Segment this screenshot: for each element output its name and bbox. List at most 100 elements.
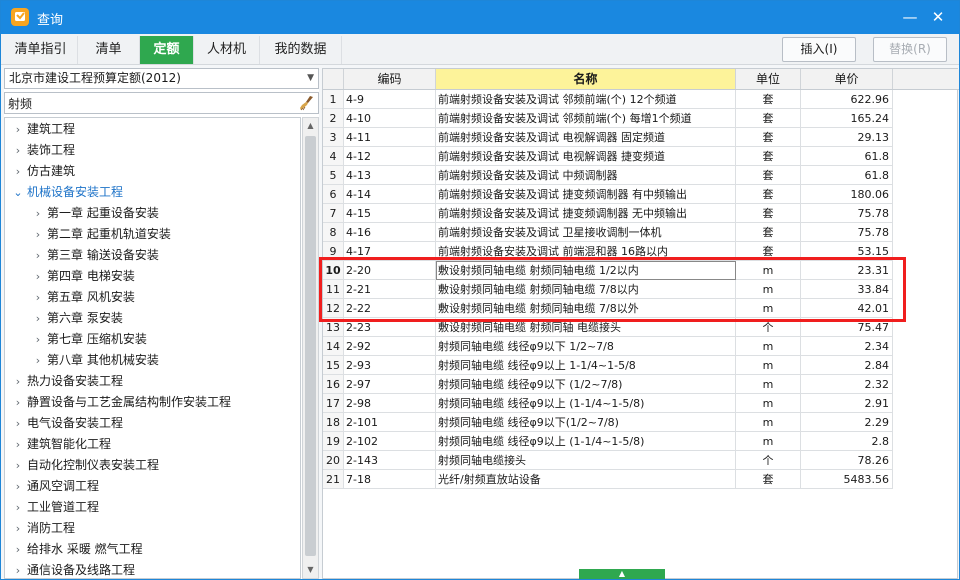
table-row[interactable]: 18 2-101 射频同轴电缆 线径φ9以下(1/2~7/8) m 2.29 — [323, 413, 893, 432]
chevron-right-icon: › — [15, 165, 21, 178]
tree-node[interactable]: › 建筑智能化工程 — [9, 434, 111, 455]
cell-unit: 套 — [736, 166, 801, 185]
table-row[interactable]: 11 2-21 敷设射频同轴电缆 射频同轴电缆 7/8以内 m 33.84 — [323, 280, 893, 299]
table-row[interactable]: 13 2-23 敷设射频同轴电缆 射频同轴 电缆接头个 75.47 — [323, 318, 893, 337]
collapse-handle-icon[interactable]: ▲ — [579, 569, 665, 579]
cell-price: 2.91 — [801, 394, 893, 413]
tab-dinge[interactable]: 定额 — [140, 36, 194, 64]
library-select[interactable]: 北京市建设工程预算定额(2012) ▼ — [4, 68, 319, 89]
cell-name: 射频同轴电缆 线径φ9以下 (1/2~7/8) — [436, 375, 736, 394]
tab-qingdan-guide[interactable]: 清单指引 — [4, 36, 78, 64]
window-title: 查询 — [37, 13, 64, 28]
search-input[interactable] — [8, 95, 288, 111]
tab-my-data[interactable]: 我的数据 — [260, 36, 342, 64]
table-row[interactable]: 21 7-18 光纤/射频直放站设备套 5483.56 — [323, 470, 893, 489]
tree-node[interactable]: › 第一章 起重设备安装 — [29, 203, 159, 224]
cell-unit: m — [736, 413, 801, 432]
tree-scrollbar[interactable]: ▲ ▼ — [302, 117, 319, 579]
row-index: 20 — [323, 451, 344, 470]
row-index: 16 — [323, 375, 344, 394]
cell-name: 前端射频设备安装及调试 电视解调器 捷变频道 — [436, 147, 736, 166]
cell-name: 射频同轴电缆接头 — [436, 451, 736, 470]
table-row[interactable]: 15 2-93 射频同轴电缆 线径φ9以上 1-1/4~1-5/8 m 2.84 — [323, 356, 893, 375]
tree-node[interactable]: › 装饰工程 — [9, 140, 75, 161]
scroll-up-icon[interactable]: ▲ — [303, 118, 318, 134]
tree-node[interactable]: › 第七章 压缩机安装 — [29, 329, 147, 350]
row-index: 12 — [323, 299, 344, 318]
row-index: 4 — [323, 147, 344, 166]
header-name[interactable]: 名称 — [436, 69, 736, 89]
scroll-down-icon[interactable]: ▼ — [303, 562, 318, 578]
header-unit[interactable]: 单位 — [736, 69, 801, 89]
row-index: 5 — [323, 166, 344, 185]
table-row[interactable]: 14 2-92 射频同轴电缆 线径φ9以下 1/2~7/8 m 2.34 — [323, 337, 893, 356]
row-index: 21 — [323, 470, 344, 489]
table-row[interactable]: 10 2-20 敷设射频同轴电缆 射频同轴电缆 1/2以内 m 23.31 — [323, 261, 893, 280]
close-icon[interactable]: ✕ — [927, 7, 949, 27]
tree-node[interactable]: › 通信设备及线路工程 — [9, 560, 135, 578]
header-code[interactable]: 编码 — [344, 69, 436, 89]
tree-node[interactable]: › 仿古建筑 — [9, 161, 75, 182]
table-row[interactable]: 1 4-9 前端射频设备安装及调试 邻频前端(个) 12个频道套 622.96 — [323, 90, 893, 109]
table-row[interactable]: 8 4-16 前端射频设备安装及调试 卫星接收调制一体机套 75.78 — [323, 223, 893, 242]
tree-node[interactable]: › 消防工程 — [9, 518, 75, 539]
tree-node[interactable]: › 第八章 其他机械安装 — [29, 350, 159, 371]
table-row[interactable]: 2 4-10 前端射频设备安装及调试 邻频前端(个) 每增1个频道套 165.24 — [323, 109, 893, 128]
cell-code: 4-11 — [344, 128, 436, 147]
row-index: 9 — [323, 242, 344, 261]
tree-node[interactable]: › 第五章 风机安装 — [29, 287, 135, 308]
table-row[interactable]: 16 2-97 射频同轴电缆 线径φ9以下 (1/2~7/8) m 2.32 — [323, 375, 893, 394]
cell-unit: 套 — [736, 470, 801, 489]
tab-rencaiji[interactable]: 人材机 — [194, 36, 260, 64]
tree-node-selected[interactable]: ⌄ 机械设备安装工程 — [9, 182, 123, 203]
chevron-down-icon: ▼ — [307, 73, 314, 83]
tree-node[interactable]: › 热力设备安装工程 — [9, 371, 123, 392]
tree-node[interactable]: › 第六章 泵安装 — [29, 308, 123, 329]
tree-node[interactable]: › 建筑工程 — [9, 119, 75, 140]
cell-price: 2.8 — [801, 432, 893, 451]
table-row[interactable]: 7 4-15 前端射频设备安装及调试 捷变频调制器 无中频输出套 75.78 — [323, 204, 893, 223]
table-row[interactable]: 4 4-12 前端射频设备安装及调试 电视解调器 捷变频道套 61.8 — [323, 147, 893, 166]
row-index: 2 — [323, 109, 344, 128]
tree-node[interactable]: › 静置设备与工艺金属结构制作安装工程 — [9, 392, 231, 413]
cell-code: 4-9 — [344, 90, 436, 109]
table-row[interactable]: 3 4-11 前端射频设备安装及调试 电视解调器 固定频道套 29.13 — [323, 128, 893, 147]
replace-button[interactable]: 替换(R) — [873, 37, 947, 62]
table-row[interactable]: 6 4-14 前端射频设备安装及调试 捷变频调制器 有中频输出套 180.06 — [323, 185, 893, 204]
tree-node[interactable]: › 第三章 输送设备安装 — [29, 245, 159, 266]
broom-clear-icon[interactable] — [299, 95, 315, 114]
row-index: 10 — [323, 261, 344, 280]
cell-code: 4-13 — [344, 166, 436, 185]
tab-qingdan[interactable]: 清单 — [78, 36, 140, 64]
chevron-right-icon: › — [35, 207, 41, 220]
table-row[interactable]: 19 2-102 射频同轴电缆 线径φ9以上 (1-1/4~1-5/8) m 2.8 — [323, 432, 893, 451]
minimize-icon[interactable]: — — [899, 7, 921, 27]
cell-unit: 个 — [736, 318, 801, 337]
header-price[interactable]: 单价 — [801, 69, 893, 89]
grid-header: 编码 名称 单位 单价 — [323, 69, 959, 90]
table-row[interactable]: 12 2-22 敷设射频同轴电缆 射频同轴电缆 7/8以外 m 42.01 — [323, 299, 893, 318]
tree-node[interactable]: › 第二章 起重机轨道安装 — [29, 224, 171, 245]
insert-button[interactable]: 插入(I) — [782, 37, 856, 62]
row-index: 19 — [323, 432, 344, 451]
chevron-right-icon: › — [15, 459, 21, 472]
chevron-right-icon: › — [15, 375, 21, 388]
cell-code: 2-21 — [344, 280, 436, 299]
table-row[interactable]: 9 4-17 前端射频设备安装及调试 前端混和器 16路以内套 53.15 — [323, 242, 893, 261]
table-row[interactable]: 20 2-143 射频同轴电缆接头个 78.26 — [323, 451, 893, 470]
cell-price: 622.96 — [801, 90, 893, 109]
tree-node[interactable]: › 通风空调工程 — [9, 476, 99, 497]
table-row[interactable]: 5 4-13 前端射频设备安装及调试 中频调制器套 61.8 — [323, 166, 893, 185]
cell-unit: 个 — [736, 451, 801, 470]
tree-node[interactable]: › 电气设备安装工程 — [9, 413, 123, 434]
tree-node[interactable]: › 给排水 采暖 燃气工程 — [9, 539, 143, 560]
scrollbar-thumb[interactable] — [305, 136, 316, 556]
tree-node[interactable]: › 工业管道工程 — [9, 497, 99, 518]
table-row[interactable]: 17 2-98 射频同轴电缆 线径φ9以上 (1-1/4~1-5/8) m 2.91 — [323, 394, 893, 413]
cell-price: 61.8 — [801, 166, 893, 185]
tree-node[interactable]: › 自动化控制仪表安装工程 — [9, 455, 159, 476]
app-logo-icon — [11, 8, 29, 26]
cell-unit: m — [736, 375, 801, 394]
chevron-right-icon: › — [35, 291, 41, 304]
tree-node[interactable]: › 第四章 电梯安装 — [29, 266, 135, 287]
